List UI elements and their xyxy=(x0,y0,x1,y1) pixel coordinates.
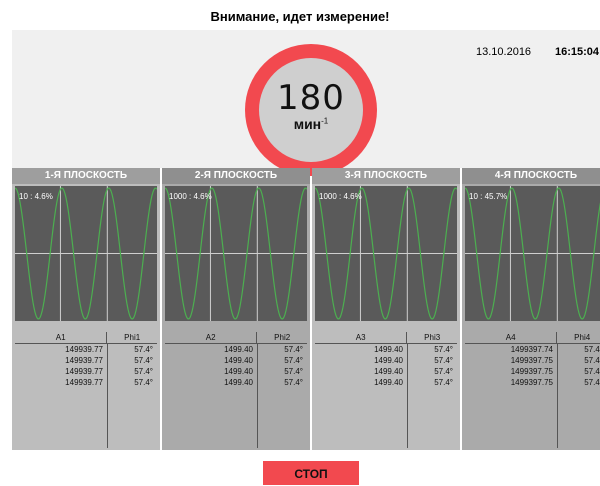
speed-gauge-face: 180 мин-1 xyxy=(259,58,363,162)
table-header: A2 Phi2 xyxy=(165,332,307,344)
phase-cell: 57.4° xyxy=(557,355,600,366)
phase-cell: 57.4° xyxy=(407,377,457,388)
values-table: A3 Phi3 1499.40 57.4° 1499.40 57.4° 1499.4… xyxy=(315,332,457,388)
phase-cell: 57.4° xyxy=(257,344,307,355)
table-row: 1499.40 57.4° xyxy=(165,366,307,377)
phase-cell: 57.4° xyxy=(257,377,307,388)
scope-scale-label: 10 : 45.7% xyxy=(469,192,508,201)
phase-cell: 57.4° xyxy=(407,366,457,377)
table-row: 1499397.74 57.4° xyxy=(465,344,600,355)
phase-cell: 57.4° xyxy=(557,344,600,355)
amplitude-cell: 1499.40 xyxy=(374,356,403,365)
plane-panel-2: 2-Я ПЛОСКОСТЬ 1000 : 4.6% A2 Phi2 1499.4… xyxy=(162,168,310,450)
column-divider xyxy=(557,344,558,448)
speed-unit: мин-1 xyxy=(259,116,363,132)
amplitude-cell: 1499.40 xyxy=(374,378,403,387)
phase-cell: 57.4° xyxy=(407,344,457,355)
page-title: Внимание, идет измерение! xyxy=(210,9,390,24)
amplitude-cell: 149939.77 xyxy=(65,356,103,365)
table-row: 1499.40 57.4° xyxy=(165,377,307,388)
phase-cell: 57.4° xyxy=(257,366,307,377)
table-row: 1499.40 57.4° xyxy=(315,355,457,366)
column-header-amplitude: A4 xyxy=(505,333,516,342)
scope-scale-label: 1000 : 4.6% xyxy=(319,192,362,201)
oscilloscope: 10 : 45.7% xyxy=(465,186,600,321)
table-row: 1499.40 57.4° xyxy=(315,377,457,388)
plane-panel-3: 3-Я ПЛОСКОСТЬ 1000 : 4.6% A3 Phi3 1499.4… xyxy=(312,168,460,450)
amplitude-cell: 1499397.75 xyxy=(510,356,553,365)
speed-unit-exponent: -1 xyxy=(321,116,329,126)
plane-panel-1: 1-Я ПЛОСКОСТЬ 10 : 4.6% A1 Phi1 149939.7… xyxy=(12,168,160,450)
phase-cell: 57.4° xyxy=(107,366,157,377)
column-divider xyxy=(107,344,108,448)
plane-title: 2-Я ПЛОСКОСТЬ xyxy=(162,168,310,184)
phase-cell: 57.4° xyxy=(107,344,157,355)
scope-scale-label: 1000 : 4.6% xyxy=(169,192,212,201)
table-row: 1499397.75 57.4° xyxy=(465,355,600,366)
column-divider xyxy=(407,344,408,448)
oscilloscope: 1000 : 4.6% xyxy=(315,186,457,321)
oscilloscope: 1000 : 4.6% xyxy=(165,186,307,321)
column-header-phase: Phi1 xyxy=(106,332,157,343)
waveform-plot xyxy=(465,186,600,321)
date-display: 13.10.2016 xyxy=(476,46,532,58)
values-table: A2 Phi2 1499.40 57.4° 1499.40 57.4° 1499.4… xyxy=(165,332,307,388)
waveform-plot xyxy=(315,186,457,321)
column-header-phase: Phi3 xyxy=(406,332,457,343)
phase-cell: 57.4° xyxy=(107,377,157,388)
amplitude-cell: 149939.77 xyxy=(65,345,103,354)
table-row: 149939.77 57.4° xyxy=(15,355,157,366)
table-header: A3 Phi3 xyxy=(315,332,457,344)
values-table: A4 Phi4 1499397.7457.4° 1499397.7557.4° … xyxy=(465,332,600,388)
table-row: 1499.40 57.4° xyxy=(315,366,457,377)
table-row: 1499.40 57.4° xyxy=(165,344,307,355)
amplitude-cell: 1499.40 xyxy=(374,345,403,354)
amplitude-cell: 1499.40 xyxy=(224,367,253,376)
plane-title: 3-Я ПЛОСКОСТЬ xyxy=(312,168,460,184)
column-header-phase: Phi4 xyxy=(556,332,600,343)
phase-cell: 57.4° xyxy=(557,377,600,388)
phase-cell: 57.4° xyxy=(557,366,600,377)
column-header-amplitude: A2 xyxy=(205,333,216,342)
amplitude-cell: 1499397.75 xyxy=(510,367,553,376)
table-header: A1 Phi1 xyxy=(15,332,157,344)
table-row: 149939.77 57.4° xyxy=(15,344,157,355)
scope-scale-label: 10 : 4.6% xyxy=(19,192,53,201)
amplitude-cell: 1499.40 xyxy=(224,345,253,354)
amplitude-cell: 1499397.75 xyxy=(510,378,553,387)
amplitude-cell: 149939.77 xyxy=(65,367,103,376)
speed-gauge: 180 мин-1 xyxy=(245,44,377,176)
table-row: 149939.77 57.4° xyxy=(15,377,157,388)
phase-cell: 57.4° xyxy=(407,355,457,366)
plane-title: 4-Я ПЛОСКОСТЬ xyxy=(462,168,600,184)
column-divider xyxy=(257,344,258,448)
oscilloscope: 10 : 4.6% xyxy=(15,186,157,321)
amplitude-cell: 1499.40 xyxy=(374,367,403,376)
stop-button[interactable]: СТОП xyxy=(263,461,359,485)
amplitude-cell: 1499.40 xyxy=(224,378,253,387)
waveform-plot xyxy=(15,186,157,321)
plane-panel-4: 4-Я ПЛОСКОСТЬ 10 : 45.7% A4 Phi4 1499397… xyxy=(462,168,600,450)
plane-title: 1-Я ПЛОСКОСТЬ xyxy=(12,168,160,184)
phase-cell: 57.4° xyxy=(257,355,307,366)
table-row: 1499397.75 57.4° xyxy=(465,377,600,388)
speed-unit-label: мин xyxy=(293,116,322,132)
waveform-plot xyxy=(165,186,307,321)
column-header-phase: Phi2 xyxy=(256,332,307,343)
table-row: 1499.40 57.4° xyxy=(165,355,307,366)
column-header-amplitude: A1 xyxy=(55,333,66,342)
phase-cell: 57.4° xyxy=(107,355,157,366)
values-table: A1 Phi1 149939.77 57.4° 149939.77 57.4° 14… xyxy=(15,332,157,388)
amplitude-cell: 1499.40 xyxy=(224,356,253,365)
speed-value: 180 xyxy=(277,78,345,118)
time-display: 16:15:04 xyxy=(555,46,600,58)
table-header: A4 Phi4 xyxy=(465,332,600,344)
table-row: 1499.40 57.4° xyxy=(315,344,457,355)
amplitude-cell: 1499397.74 xyxy=(510,345,553,354)
table-row: 1499397.75 57.4° xyxy=(465,366,600,377)
table-row: 149939.77 57.4° xyxy=(15,366,157,377)
column-header-amplitude: A3 xyxy=(355,333,366,342)
amplitude-cell: 149939.77 xyxy=(65,378,103,387)
